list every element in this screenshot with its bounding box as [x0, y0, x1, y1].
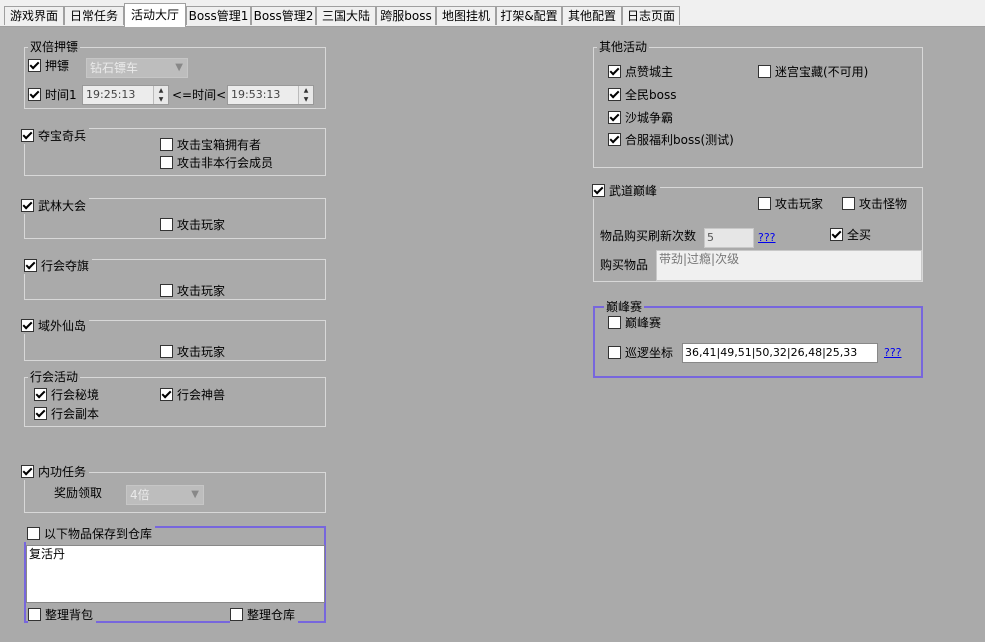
checkbox-icon — [608, 316, 621, 329]
guild-secret-checkbox[interactable]: 行会秘境 — [34, 387, 99, 403]
checkbox-icon — [608, 346, 621, 359]
guild-flag-checkbox[interactable]: 行会夺旗 — [24, 258, 93, 274]
merge-boss-check-icon — [608, 133, 621, 146]
spin-down-icon: ▼ — [303, 96, 309, 103]
wulin-attack-player-checkbox[interactable]: 攻击玩家 — [160, 217, 225, 233]
attack-chest-owner-checkbox[interactable]: 攻击宝箱拥有者 — [160, 137, 261, 153]
warehouse-items-textarea[interactable]: 复活丹 — [26, 545, 325, 603]
tab-cross-server-boss[interactable]: 跨服boss — [376, 6, 436, 25]
attack-non-guild-checkbox[interactable]: 攻击非本行会成员 — [160, 155, 273, 171]
checkbox-icon — [758, 65, 771, 78]
wudao-attack-player-checkbox[interactable]: 攻击玩家 — [758, 196, 823, 212]
treasure-checkbox[interactable]: 夺宝奇兵 — [21, 128, 90, 144]
tab-three-kingdoms[interactable]: 三国大陆 — [316, 6, 376, 25]
maze-treasure-checkbox[interactable]: 迷宫宝藏(不可用) — [758, 64, 868, 80]
escort-check-icon — [28, 59, 41, 72]
spin-up-icon: ▲ — [303, 87, 309, 94]
tab-boss-manage-2[interactable]: Boss管理2 — [251, 6, 316, 25]
spin-up-icon: ▲ — [158, 87, 164, 94]
checkbox-icon — [842, 197, 855, 210]
guild-flag-check-icon — [24, 259, 37, 272]
tab-fight-config[interactable]: 打架&配置 — [496, 6, 562, 25]
other-activity-title: 其他活动 — [597, 39, 650, 55]
buy-items-input[interactable]: 带劲|过瘾|次级 — [656, 250, 922, 281]
checkbox-icon — [28, 608, 41, 621]
time1-checkbox[interactable]: 时间1 — [28, 87, 77, 103]
all-boss-check-icon — [608, 88, 621, 101]
guild-flag-attack-player-checkbox[interactable]: 攻击玩家 — [160, 283, 225, 299]
guild-activity-title: 行会活动 — [28, 369, 81, 385]
treasure-check-icon — [21, 129, 34, 142]
patrol-coords-checkbox[interactable]: 巡逻坐标 — [608, 345, 673, 361]
checkbox-icon — [160, 138, 173, 151]
patrol-coords-input[interactable]: 36,41|49,51|50,32|26,48|25,33 — [682, 343, 878, 363]
time-start-input[interactable]: 19:25:13 ▲ ▼ — [82, 85, 169, 105]
guild-beast-check-icon — [160, 388, 173, 401]
peak-match-checkbox[interactable]: 巅峰赛 — [608, 315, 661, 331]
guild-dungeon-checkbox[interactable]: 行会副本 — [34, 406, 103, 422]
activity-hall-panel: 双倍押镖 押镖 钻石镖车 ▼ 时间1 19:25:13 ▲ ▼ <=时间<= 19… — [0, 26, 985, 642]
save-to-warehouse-checkbox[interactable]: 以下物品保存到仓库 — [24, 526, 156, 542]
refresh-count-input[interactable]: 5 — [704, 228, 754, 248]
tab-map-idle[interactable]: 地图挂机 — [436, 6, 496, 25]
reward-multiplier-select[interactable]: 4倍 ▼ — [126, 485, 204, 505]
checkbox-icon — [230, 608, 243, 621]
guild-dungeon-check-icon — [34, 407, 47, 420]
like-castle-lord-checkbox[interactable]: 点赞城主 — [608, 64, 673, 80]
tab-game-ui[interactable]: 游戏界面 — [4, 6, 64, 25]
peak-match-title: 巅峰赛 — [604, 299, 645, 315]
tab-activity-hall[interactable]: 活动大厅 — [124, 3, 186, 27]
refresh-count-label: 物品购买刷新次数 — [600, 229, 697, 243]
time1-check-icon — [28, 88, 41, 101]
buy-all-check-icon — [830, 228, 843, 241]
time-end-spinner[interactable]: ▲ ▼ — [298, 86, 313, 104]
island-checkbox[interactable]: 域外仙岛 — [21, 318, 90, 334]
tab-daily-tasks[interactable]: 日常任务 — [64, 6, 124, 25]
time-start-spinner[interactable]: ▲ ▼ — [153, 86, 168, 104]
wulin-checkbox[interactable]: 武林大会 — [21, 198, 90, 214]
guild-beast-checkbox[interactable]: 行会神兽 — [160, 387, 225, 403]
island-check-icon — [21, 319, 34, 332]
chevron-down-icon: ▼ — [191, 489, 199, 500]
wulin-check-icon — [21, 199, 34, 212]
sand-city-checkbox[interactable]: 沙城争霸 — [608, 110, 673, 126]
wudao-check-icon — [592, 184, 605, 197]
escort-checkbox[interactable]: 押镖 — [28, 58, 69, 74]
like-check-icon — [608, 65, 621, 78]
spin-down-icon: ▼ — [158, 96, 164, 103]
checkbox-icon — [160, 345, 173, 358]
tab-bar: 游戏界面 日常任务 活动大厅 Boss管理1 Boss管理2 三国大陆 跨服bo… — [0, 0, 985, 27]
checkbox-icon — [160, 218, 173, 231]
guild-secret-check-icon — [34, 388, 47, 401]
buy-all-checkbox[interactable]: 全买 — [830, 227, 871, 243]
merge-welfare-boss-checkbox[interactable]: 合服福利boss(测试) — [608, 132, 734, 148]
tab-log-page[interactable]: 日志页面 — [622, 6, 680, 25]
checkbox-icon — [27, 527, 40, 540]
escort-cart-select[interactable]: 钻石镖车 ▼ — [86, 58, 188, 78]
tab-boss-manage-1[interactable]: Boss管理1 — [186, 6, 251, 25]
chevron-down-icon: ▼ — [175, 62, 183, 73]
island-attack-player-checkbox[interactable]: 攻击玩家 — [160, 344, 225, 360]
reward-claim-label: 奖励领取 — [54, 486, 103, 500]
buy-items-label: 购买物品 — [600, 258, 649, 272]
sort-bag-checkbox[interactable]: 整理背包 — [28, 607, 97, 623]
checkbox-icon — [758, 197, 771, 210]
checkbox-icon — [160, 156, 173, 169]
sort-warehouse-checkbox[interactable]: 整理仓库 — [230, 607, 299, 623]
wudao-attack-monster-checkbox[interactable]: 攻击怪物 — [842, 196, 907, 212]
wudao-checkbox[interactable]: 武道巅峰 — [592, 183, 661, 199]
tab-other-config[interactable]: 其他配置 — [562, 6, 622, 25]
double-escort-title: 双倍押镖 — [28, 39, 81, 55]
patrol-help-link[interactable]: ??? — [884, 345, 902, 361]
sand-city-check-icon — [608, 111, 621, 124]
inner-task-check-icon — [21, 465, 34, 478]
refresh-help-link[interactable]: ??? — [758, 230, 776, 246]
checkbox-icon — [160, 284, 173, 297]
inner-task-checkbox[interactable]: 内功任务 — [21, 464, 90, 480]
time-end-input[interactable]: 19:53:13 ▲ ▼ — [227, 85, 314, 105]
all-boss-checkbox[interactable]: 全民boss — [608, 87, 676, 103]
